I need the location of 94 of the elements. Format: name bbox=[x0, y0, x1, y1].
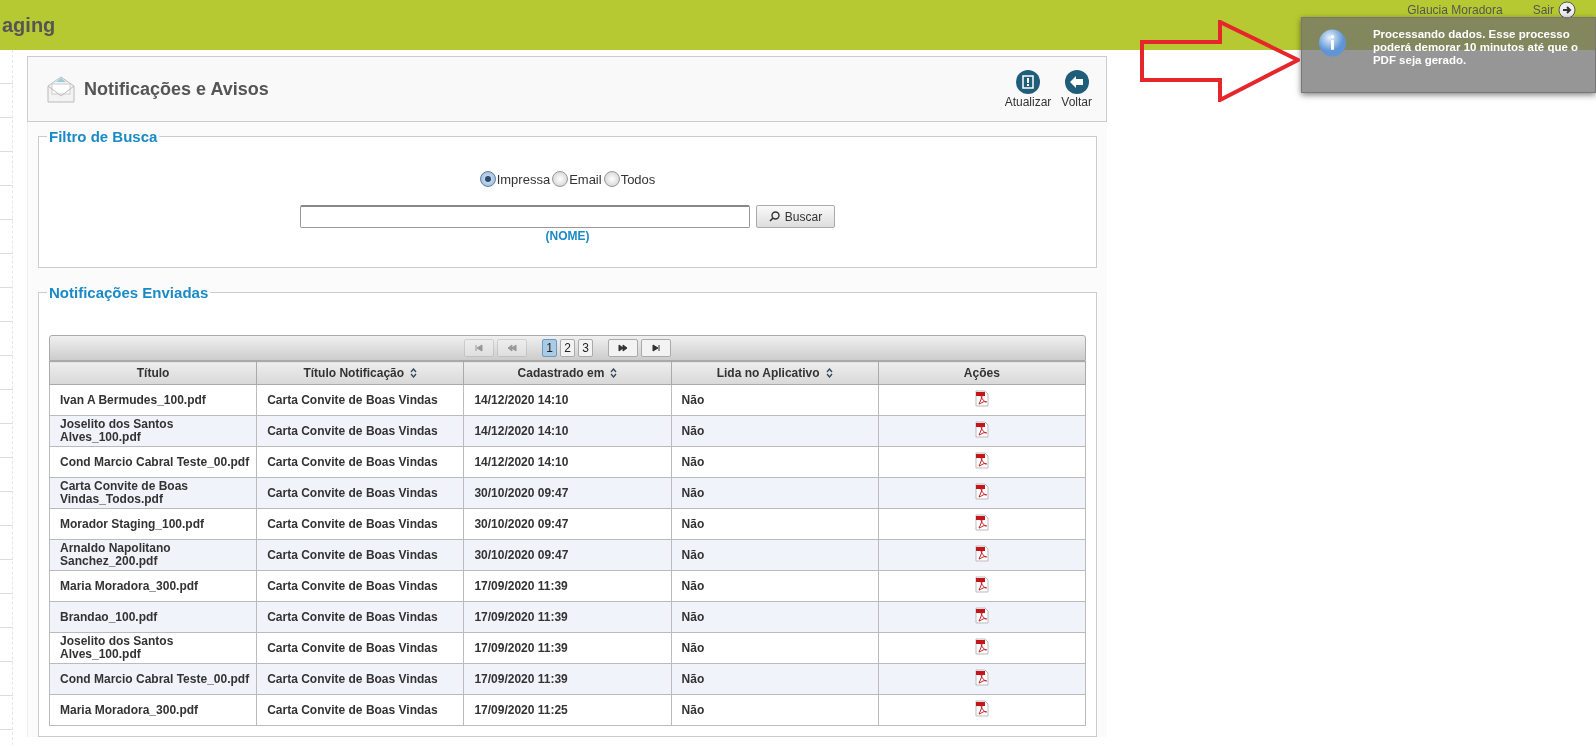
table-cell: Maria Moradora_300.pdf bbox=[49, 694, 257, 726]
table-cell: Carta Convite de Boas Vindas bbox=[256, 539, 464, 571]
table-cell: Não bbox=[671, 663, 879, 695]
sort-icon bbox=[825, 368, 833, 378]
exclamation-icon bbox=[1014, 69, 1041, 95]
pdf-file-icon[interactable] bbox=[974, 607, 989, 624]
header-action-button[interactable]: Voltar bbox=[1061, 69, 1092, 109]
pdf-file-icon[interactable] bbox=[974, 638, 989, 655]
filter-legend: Filtro de Busca bbox=[47, 128, 160, 145]
pdf-file-icon[interactable] bbox=[974, 514, 989, 531]
app-title: aging bbox=[2, 13, 56, 37]
radio-button[interactable] bbox=[479, 171, 496, 187]
table-cell: Cond Marcio Cabral Teste_00.pdf bbox=[49, 446, 257, 478]
table-cell: Arnaldo Napolitano Sanchez_200.pdf bbox=[49, 539, 257, 571]
column-header[interactable]: Cadastrado em bbox=[463, 361, 672, 385]
table-cell: Não bbox=[671, 601, 879, 633]
toast-message: Processando dados. Esse processo poderá demorar 10 minutos até que o PDF seja gerado. bbox=[1371, 28, 1580, 68]
table-cell: Não bbox=[671, 539, 879, 571]
table-cell: Carta Convite de Boas Vindas bbox=[256, 694, 464, 726]
prev-page-icon bbox=[507, 343, 517, 353]
radio-option[interactable]: Impressa bbox=[479, 171, 551, 187]
table-cell: Morador Staging_100.pdf bbox=[49, 508, 257, 540]
table-cell: Carta Convite de Boas Vindas bbox=[256, 384, 464, 416]
table-cell: Maria Moradora_300.pdf bbox=[49, 570, 257, 602]
info-icon bbox=[1318, 28, 1347, 58]
table-cell: Carta Convite de Boas Vindas bbox=[256, 508, 464, 540]
pdf-file-icon[interactable] bbox=[974, 545, 989, 562]
table-cell: Carta Convite de Boas Vindas bbox=[256, 663, 464, 695]
table-cell: Joselito dos Santos Alves_100.pdf bbox=[49, 415, 257, 447]
table-cell: Não bbox=[671, 477, 879, 509]
column-header: Título bbox=[49, 361, 257, 385]
column-header[interactable]: Lida no Aplicativo bbox=[671, 361, 879, 385]
last-page-icon bbox=[651, 343, 661, 353]
radio-option[interactable]: Todos bbox=[603, 171, 656, 187]
radio-button[interactable] bbox=[552, 171, 569, 187]
sort-icon bbox=[610, 368, 618, 378]
table-cell: 30/10/2020 09:47 bbox=[463, 539, 672, 571]
logout-link[interactable]: Sair bbox=[1532, 3, 1554, 17]
table-cell: Carta Convite de Boas Vindas bbox=[256, 601, 464, 633]
search-field[interactable] bbox=[299, 205, 750, 228]
search-icon bbox=[768, 211, 780, 222]
table-cell: Carta Convite de Boas Vindas bbox=[256, 632, 464, 664]
radio-button[interactable] bbox=[603, 171, 620, 187]
table-cell: Não bbox=[671, 694, 879, 726]
table-cell: Não bbox=[671, 632, 879, 664]
search-button[interactable]: Buscar bbox=[755, 205, 836, 228]
page-number-button[interactable]: 3 bbox=[578, 339, 593, 357]
pdf-file-icon[interactable] bbox=[974, 700, 989, 717]
table-cell: Cond Marcio Cabral Teste_00.pdf bbox=[49, 663, 257, 695]
table-cell: 14/12/2020 14:10 bbox=[463, 415, 672, 447]
pdf-file-icon[interactable] bbox=[974, 669, 989, 686]
header-action-button[interactable]: Atualizar bbox=[1004, 69, 1052, 109]
table-cell: Carta Convite de Boas Vindas bbox=[256, 570, 464, 602]
table-cell: 17/09/2020 11:39 bbox=[463, 570, 672, 602]
table-cell: Carta Convite de Boas Vindas_Todos.pdf bbox=[49, 477, 257, 509]
pdf-file-icon[interactable] bbox=[974, 483, 989, 500]
pdf-file-icon[interactable] bbox=[974, 421, 989, 438]
column-header[interactable]: Título Notificação bbox=[256, 361, 464, 385]
sent-legend: Notificações Enviadas bbox=[47, 284, 211, 301]
table-cell: 30/10/2020 09:47 bbox=[463, 477, 672, 509]
first-page-icon bbox=[474, 343, 484, 353]
table-cell: Não bbox=[671, 384, 879, 416]
table-cell: Joselito dos Santos Alves_100.pdf bbox=[49, 632, 257, 664]
last-page-button[interactable] bbox=[641, 339, 671, 357]
table-cell: Não bbox=[671, 508, 879, 540]
table-cell: Ivan A Bermudes_100.pdf bbox=[49, 384, 257, 416]
table-cell: Carta Convite de Boas Vindas bbox=[256, 446, 464, 478]
pdf-file-icon[interactable] bbox=[974, 452, 989, 469]
table-cell: Carta Convite de Boas Vindas bbox=[256, 415, 464, 447]
table-cell: 14/12/2020 14:10 bbox=[463, 384, 672, 416]
pdf-file-icon[interactable] bbox=[974, 576, 989, 593]
page-title: Notificações e Avisos bbox=[84, 78, 270, 100]
table-cell: Não bbox=[671, 570, 879, 602]
table-cell: Brandao_100.pdf bbox=[49, 601, 257, 633]
sort-icon bbox=[410, 368, 418, 378]
table-cell: 30/10/2020 09:47 bbox=[463, 508, 672, 540]
table-cell: 17/09/2020 11:25 bbox=[463, 694, 672, 726]
table-cell: Não bbox=[671, 415, 879, 447]
table-cell: Carta Convite de Boas Vindas bbox=[256, 477, 464, 509]
search-hint: (NOME) bbox=[544, 229, 591, 243]
next-page-button[interactable] bbox=[608, 339, 638, 357]
radio-option[interactable]: Email bbox=[552, 171, 602, 187]
user-name: Glaucia Moradora bbox=[1407, 3, 1503, 17]
table-cell: 17/09/2020 11:39 bbox=[463, 663, 672, 695]
column-header: Ações bbox=[878, 361, 1086, 385]
table-cell: 17/09/2020 11:39 bbox=[463, 601, 672, 633]
pdf-file-icon[interactable] bbox=[974, 390, 989, 407]
table-cell: Não bbox=[671, 446, 879, 478]
page-number-button[interactable]: 1 bbox=[542, 339, 557, 357]
table-cell: 17/09/2020 11:39 bbox=[463, 632, 672, 664]
page-number-button[interactable]: 2 bbox=[560, 339, 575, 357]
table-cell: 14/12/2020 14:10 bbox=[463, 446, 672, 478]
envelope-icon bbox=[46, 74, 76, 104]
next-page-icon bbox=[618, 343, 628, 353]
